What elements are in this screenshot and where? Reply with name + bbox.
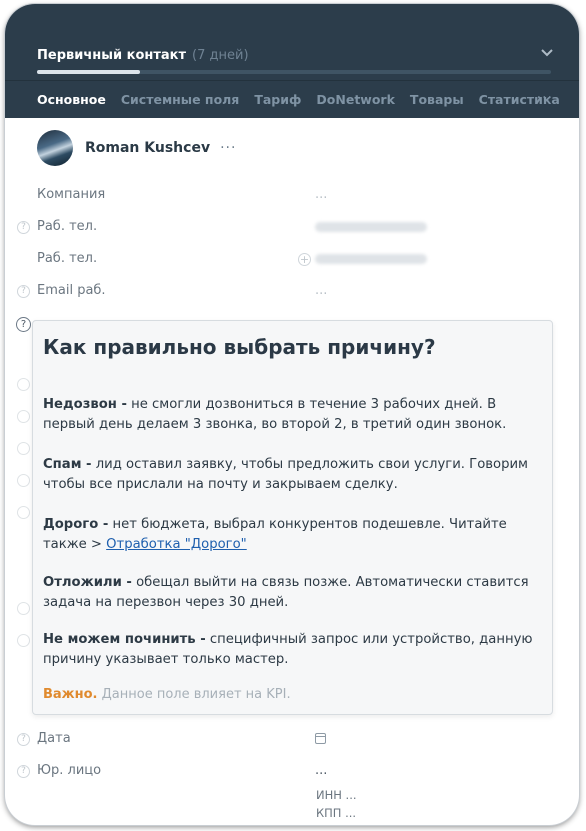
help-icon[interactable] bbox=[17, 474, 30, 487]
contact-card: Roman Kushcev ··· bbox=[37, 130, 236, 166]
tooltip-title: Как правильно выбрать причину? bbox=[43, 335, 436, 359]
reason-cannot-repair: Не можем починить - специфичный запрос и… bbox=[43, 630, 542, 670]
reason-text: лид оставил заявку, чтобы предложить сво… bbox=[43, 457, 529, 492]
email-value[interactable]: ... bbox=[315, 283, 327, 298]
contact-name[interactable]: Roman Kushcev bbox=[85, 140, 210, 156]
tab-products[interactable]: Товары bbox=[410, 92, 464, 107]
help-icon[interactable]: ? bbox=[17, 733, 30, 746]
field-label: Компания bbox=[37, 187, 106, 202]
header-divider bbox=[5, 80, 579, 81]
stage-progress-fill bbox=[37, 70, 140, 74]
inn-value: ИНН ... bbox=[316, 788, 357, 802]
reason-spam: Спам - лид оставил заявку, чтобы предлож… bbox=[43, 455, 542, 495]
field-label: Email раб. bbox=[37, 283, 106, 298]
help-icon[interactable] bbox=[17, 602, 30, 615]
kpp-value: КПП ... bbox=[316, 806, 357, 820]
field-label: Дата bbox=[37, 731, 71, 746]
help-icon[interactable] bbox=[17, 442, 30, 455]
reason-term: Не можем починить - bbox=[43, 632, 206, 647]
help-icon[interactable] bbox=[17, 634, 30, 647]
help-icon[interactable]: ? bbox=[17, 285, 30, 298]
add-icon[interactable]: + bbox=[298, 253, 311, 266]
tab-system-fields[interactable]: Системные поля bbox=[121, 92, 239, 107]
calendar-icon[interactable] bbox=[315, 733, 326, 744]
legal-entity-value[interactable]: ... bbox=[315, 763, 327, 778]
reason-term: Недозвон - bbox=[43, 397, 127, 412]
help-icon[interactable] bbox=[17, 378, 30, 391]
avatar[interactable] bbox=[37, 130, 73, 166]
field-date: ? Дата bbox=[5, 729, 579, 753]
field-label: Раб. тел. bbox=[37, 251, 98, 266]
tab-bar: Основное Системные поля Тариф DoNetwork … bbox=[37, 92, 575, 107]
stage-name: Первичный контакт bbox=[37, 48, 187, 63]
reason-term: Отложили - bbox=[43, 575, 132, 590]
help-icon[interactable]: ? bbox=[17, 221, 30, 234]
tab-main[interactable]: Основное bbox=[37, 92, 106, 107]
reason-term: Спам - bbox=[43, 457, 92, 472]
field-legal-entity: ? Юр. лицо ... bbox=[5, 761, 579, 785]
help-icon[interactable]: ? bbox=[17, 765, 30, 778]
chevron-down-icon[interactable] bbox=[539, 44, 555, 60]
field-work-phone-1: ? Раб. тел. bbox=[5, 217, 579, 241]
deal-header: Первичный контакт (7 дней) Основное Систе… bbox=[5, 4, 579, 118]
field-company: Компания ... bbox=[5, 185, 579, 209]
help-icon[interactable] bbox=[17, 506, 30, 519]
company-value[interactable]: ... bbox=[315, 187, 327, 202]
reason-term: Дорого - bbox=[43, 517, 109, 532]
stage-days: (7 дней) bbox=[192, 48, 249, 63]
field-work-phone-2: Раб. тел. + bbox=[5, 249, 579, 273]
reason-expensive: Дорого - нет бюджета, выбрал конкурентов… bbox=[43, 515, 542, 555]
warning-text: Данное поле влияет на KPI. bbox=[97, 687, 291, 702]
tab-donetwork[interactable]: DoNetwork bbox=[316, 92, 395, 107]
reason-no-answer: Недозвон - не смогли дозвониться в течен… bbox=[43, 395, 542, 435]
tab-tariff[interactable]: Тариф bbox=[254, 92, 301, 107]
help-tooltip: Как правильно выбрать причину? Недозвон … bbox=[32, 320, 553, 715]
pipeline-stage[interactable]: Первичный контакт (7 дней) bbox=[37, 48, 249, 63]
contact-menu-button[interactable]: ··· bbox=[220, 140, 236, 156]
reason-postponed: Отложили - обещал выйти на связь позже. … bbox=[43, 573, 542, 613]
help-icon[interactable] bbox=[17, 410, 30, 423]
help-icon[interactable]: ? bbox=[16, 317, 31, 332]
field-work-email: ? Email раб. ... bbox=[5, 281, 579, 305]
field-label: Юр. лицо bbox=[37, 763, 102, 778]
phone-value-blurred[interactable] bbox=[315, 251, 427, 268]
kpi-warning: Важно. Данное поле влияет на KPI. bbox=[43, 687, 542, 702]
field-label: Раб. тел. bbox=[37, 219, 98, 234]
tabs-more-button[interactable]: ··· bbox=[537, 90, 553, 106]
warning-label: Важно. bbox=[43, 687, 98, 702]
phone-value-blurred[interactable] bbox=[315, 219, 427, 236]
deal-card: Первичный контакт (7 дней) Основное Систе… bbox=[5, 4, 579, 825]
expensive-handling-link[interactable]: Отработка "Дорого" bbox=[106, 537, 247, 552]
stage-progress-bar bbox=[37, 70, 551, 74]
